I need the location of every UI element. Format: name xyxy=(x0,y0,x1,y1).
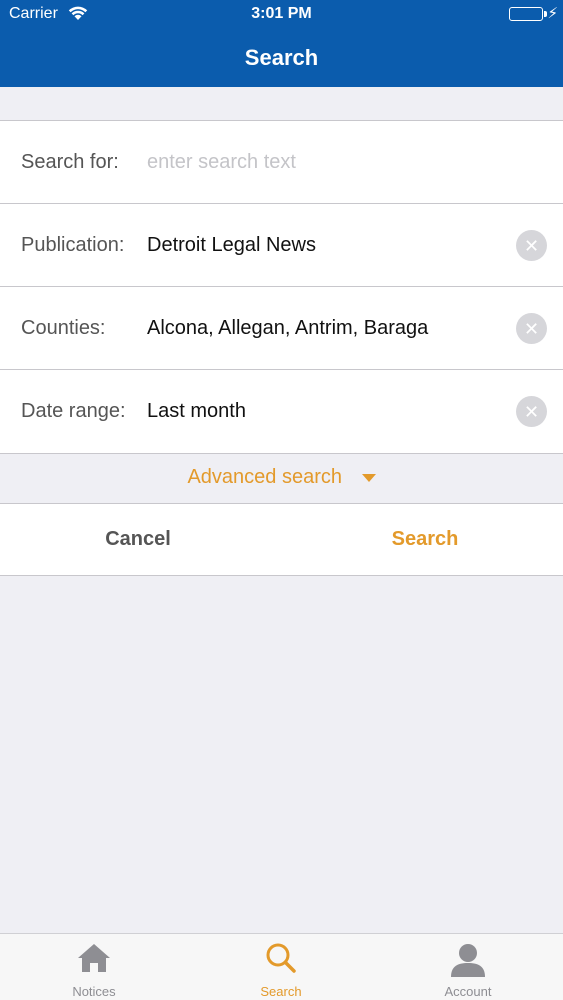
account-icon xyxy=(450,942,486,981)
advanced-search-label: Advanced search xyxy=(187,466,342,488)
clear-date-range-button[interactable]: ✕ xyxy=(516,396,547,427)
close-icon: ✕ xyxy=(523,318,540,339)
publication-label: Publication: xyxy=(21,233,125,256)
tab-notices-label: Notices xyxy=(72,984,116,999)
advanced-search-toggle[interactable]: Advanced search xyxy=(0,451,563,503)
publication-value[interactable]: Detroit Legal News xyxy=(147,234,503,257)
charging-bolt-icon: ⚡︎ xyxy=(547,5,558,22)
counties-row[interactable]: Counties: Alcona, Allegan, Antrim, Barag… xyxy=(0,287,563,370)
tab-search[interactable]: Search xyxy=(211,934,351,1000)
date-range-label: Date range: xyxy=(21,400,126,422)
search-button[interactable]: Search xyxy=(325,504,525,575)
tab-notices[interactable]: Notices xyxy=(24,934,164,1000)
tab-bar: Notices Search Account xyxy=(0,933,563,1000)
clear-publication-button[interactable]: ✕ xyxy=(516,230,547,261)
counties-value[interactable]: Alcona, Allegan, Antrim, Baraga xyxy=(147,317,503,340)
tab-search-label: Search xyxy=(260,984,302,999)
status-time: 3:01 PM xyxy=(251,5,312,22)
nav-bar: Search xyxy=(0,28,563,87)
caret-down-icon xyxy=(361,473,376,482)
publication-row[interactable]: Publication: Detroit Legal News ✕ xyxy=(0,204,563,287)
search-form: Search for: Publication: Detroit Legal N… xyxy=(0,120,563,454)
tab-account[interactable]: Account xyxy=(398,934,538,1000)
counties-label: Counties: xyxy=(21,316,106,339)
search-icon xyxy=(265,942,297,977)
action-bar: Cancel Search xyxy=(0,503,563,576)
search-text-input[interactable] xyxy=(147,147,543,177)
cancel-button[interactable]: Cancel xyxy=(38,504,238,575)
home-icon xyxy=(77,942,111,977)
date-range-value[interactable]: Last month xyxy=(147,400,503,423)
search-for-row: Search for: xyxy=(0,121,563,204)
status-bar: Carrier 3:01 PM ⚡︎ xyxy=(0,0,563,28)
battery-icon xyxy=(509,7,543,21)
clear-counties-button[interactable]: ✕ xyxy=(516,313,547,344)
date-range-row[interactable]: Date range: Last month ✕ xyxy=(0,370,563,453)
close-icon: ✕ xyxy=(523,235,540,256)
tab-account-label: Account xyxy=(444,984,492,999)
search-for-label: Search for: xyxy=(21,150,119,173)
page-title: Search xyxy=(244,45,319,70)
close-icon: ✕ xyxy=(523,401,540,422)
